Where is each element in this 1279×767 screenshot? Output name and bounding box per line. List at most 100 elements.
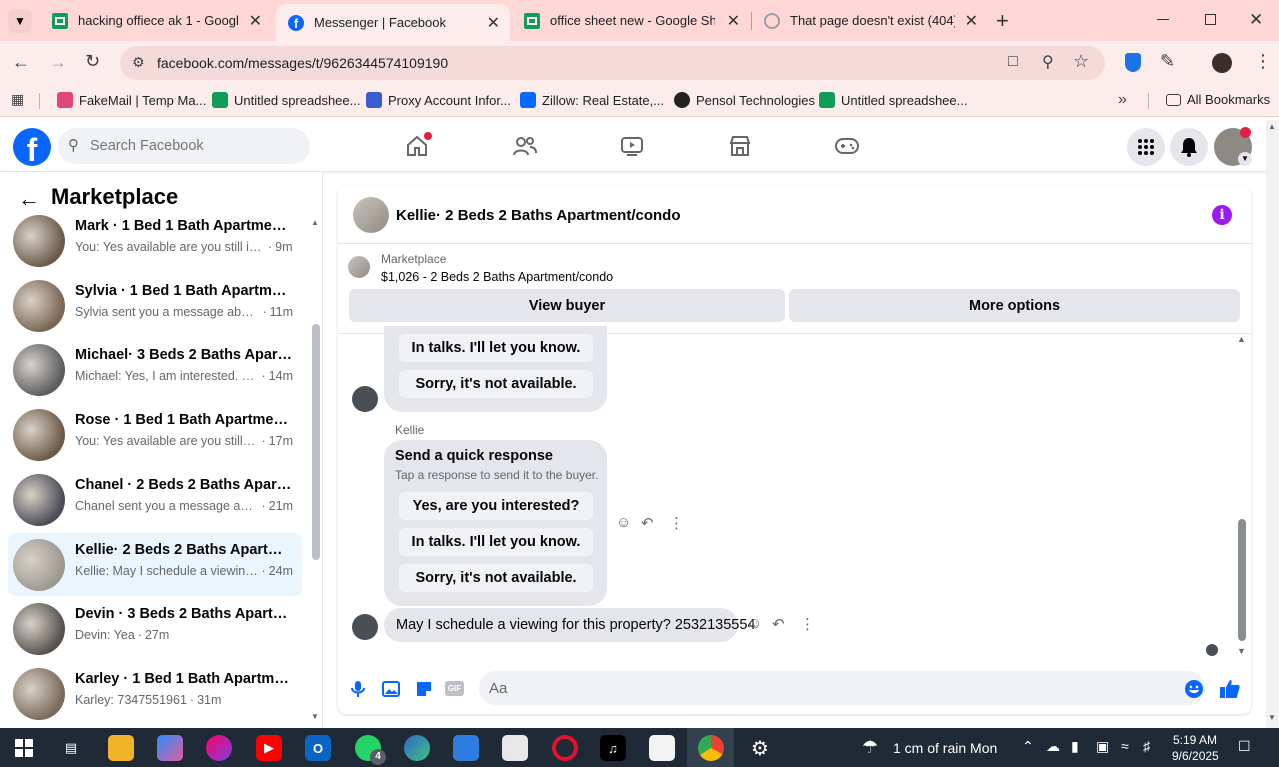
chat-title[interactable]: Kellie· 2 Beds 2 Baths Apartment/condo: [396, 207, 681, 224]
edge-icon[interactable]: [404, 735, 430, 761]
outlook-icon[interactable]: O: [305, 735, 331, 761]
volume-icon[interactable]: ♯: [1143, 738, 1150, 754]
chat-scroll-down-icon[interactable]: ▼: [1237, 646, 1246, 656]
search-input[interactable]: [90, 128, 300, 164]
all-bookmarks[interactable]: All Bookmarks: [1166, 92, 1270, 107]
design-app-icon[interactable]: [206, 735, 232, 761]
conversation-item[interactable]: Rose · 1 Bed 1 Bath Apartment/c... You: Y…: [8, 403, 302, 466]
extension-shield-icon[interactable]: [1125, 53, 1141, 72]
home-icon[interactable]: [402, 132, 432, 160]
view-buyer-button[interactable]: View buyer: [349, 289, 785, 322]
bookmark-proxy[interactable]: Proxy Account Infor...: [366, 92, 511, 108]
chat-scroll-up-icon[interactable]: ▲: [1237, 334, 1246, 344]
notification-center-icon[interactable]: ☐: [1238, 738, 1251, 755]
message-bubble[interactable]: May I schedule a viewing for this proper…: [384, 608, 756, 642]
bookmark-spreadsheet-2[interactable]: Untitled spreadshee...: [819, 92, 967, 108]
friends-icon[interactable]: [510, 132, 540, 160]
info-icon[interactable]: i: [1212, 205, 1232, 225]
conversation-item[interactable]: Michael· 3 Beds 2 Baths Apartm... Michael…: [8, 338, 302, 401]
bookmark-spreadsheet-1[interactable]: Untitled spreadshee...: [212, 92, 360, 108]
scroll-down-icon[interactable]: ▼: [1268, 713, 1276, 722]
listing-avatar[interactable]: [353, 197, 389, 233]
account-avatar[interactable]: ▼: [1214, 127, 1252, 166]
clock-time[interactable]: 5:19 AM: [1173, 733, 1217, 747]
listing-price[interactable]: $1,026 - 2 Beds 2 Baths Apartment/condo: [381, 270, 613, 284]
tab-messenger[interactable]: f Messenger | Facebook ✕: [276, 4, 510, 41]
close-icon[interactable]: ✕: [249, 11, 262, 31]
react-emoji-icon[interactable]: ☺: [616, 514, 631, 531]
more-actions-icon[interactable]: ⋮: [800, 615, 815, 633]
menu-grid-icon[interactable]: [1127, 128, 1165, 166]
emoji-icon[interactable]: [1184, 679, 1204, 699]
settings-gear-icon[interactable]: ⚙: [747, 735, 773, 761]
more-actions-icon[interactable]: ⋮: [669, 514, 684, 532]
wifi-icon[interactable]: ≈: [1121, 738, 1129, 754]
watch-icon[interactable]: [617, 132, 647, 160]
weather-icon[interactable]: ☂: [862, 737, 878, 758]
conversation-item[interactable]: Sylvia · 1 Bed 1 Bath Apartment/... Sylvi…: [8, 274, 302, 337]
more-options-button[interactable]: More options: [789, 289, 1240, 322]
clock-date[interactable]: 9/6/2025: [1172, 749, 1219, 763]
sticker-icon[interactable]: [414, 679, 434, 699]
quick-reply-button[interactable]: Yes, are you interested?: [399, 492, 593, 520]
battery-icon[interactable]: ▮: [1071, 738, 1079, 755]
search-box[interactable]: ⚲: [58, 128, 310, 164]
badge-app-icon[interactable]: [453, 735, 479, 761]
thumbs-up-icon[interactable]: [1219, 679, 1240, 699]
new-tab-icon[interactable]: +: [996, 8, 1009, 34]
buyer-avatar[interactable]: [352, 386, 378, 412]
react-emoji-icon[interactable]: ☺: [747, 615, 762, 632]
show-hidden-icons[interactable]: ⌃: [1022, 738, 1034, 755]
sidebar-scrollbar[interactable]: [312, 324, 320, 560]
tab-sheets-1[interactable]: hacking offiece ak 1 - Google Sh ✕: [40, 4, 272, 37]
close-icon[interactable]: ✕: [727, 11, 740, 31]
whatsapp-icon[interactable]: 4: [355, 735, 386, 765]
reply-icon[interactable]: ↶: [641, 514, 654, 532]
page-scrollbar[interactable]: ▲ ▼: [1266, 120, 1279, 728]
conversation-item[interactable]: Chanel · 2 Beds 2 Baths Apartm... Chanel …: [8, 468, 302, 531]
quick-reply-button[interactable]: Sorry, it's not available.: [399, 370, 593, 398]
tiktok-icon[interactable]: ♫: [600, 735, 626, 761]
bookmark-zillow[interactable]: Zillow: Real Estate,...: [520, 92, 664, 108]
back-icon[interactable]: ←: [12, 52, 30, 73]
buyer-avatar[interactable]: [352, 614, 378, 640]
facebook-logo-icon[interactable]: f: [13, 128, 51, 166]
chrome-menu-icon[interactable]: ⋮: [1254, 51, 1272, 72]
scroll-up-icon[interactable]: ▲: [1268, 122, 1276, 131]
listing-thumbnail[interactable]: [348, 256, 370, 278]
close-icon[interactable]: ✕: [487, 13, 500, 33]
notifications-bell-icon[interactable]: [1170, 128, 1208, 166]
weather-text[interactable]: 1 cm of rain Mon: [893, 740, 997, 756]
device-icon[interactable]: ▣: [1096, 738, 1109, 755]
close-window-icon[interactable]: ✕: [1249, 10, 1263, 30]
windows-start-icon[interactable]: [11, 735, 37, 761]
conversation-item[interactable]: Kellie· 2 Beds 2 Baths Apartmen... Kellie…: [8, 533, 302, 596]
opera-icon[interactable]: [552, 735, 578, 761]
quick-reply-button[interactable]: In talks. I'll let you know.: [399, 334, 593, 362]
address-bar[interactable]: ⚙ facebook.com/messages/t/96263445741091…: [120, 46, 1105, 80]
copilot-icon[interactable]: [157, 735, 183, 761]
conversation-item[interactable]: Devin · 3 Beds 2 Baths Apartme... Devin: …: [8, 597, 302, 660]
bookmark-star-icon[interactable]: ☆: [1073, 51, 1089, 72]
reply-icon[interactable]: ↶: [772, 615, 785, 633]
marketplace-icon[interactable]: [725, 132, 755, 160]
conversation-item[interactable]: Mark · 1 Bed 1 Bath Apartment/... You: Ye…: [8, 209, 302, 272]
profile-avatar[interactable]: [1212, 53, 1232, 73]
chrome-icon[interactable]: [698, 735, 724, 761]
quick-reply-button[interactable]: Sorry, it's not available.: [399, 564, 593, 592]
restore-icon[interactable]: [1205, 14, 1216, 25]
extensions-icon[interactable]: ✎: [1160, 51, 1175, 72]
close-icon[interactable]: ✕: [965, 11, 978, 31]
conversation-item[interactable]: Karley · 1 Bed 1 Bath Apartment... Karley…: [8, 662, 302, 725]
scroll-down-icon[interactable]: ▼: [311, 712, 319, 721]
bookmark-fakemail[interactable]: FakeMail | Temp Ma...: [57, 92, 206, 108]
chat-scrollbar[interactable]: [1238, 519, 1246, 641]
bookmark-pensol[interactable]: Pensol Technologies: [674, 92, 815, 108]
gaming-icon[interactable]: [832, 132, 862, 160]
tab-sheets-2[interactable]: office sheet new - Google Sheets ✕: [512, 4, 750, 37]
reload-icon[interactable]: ↻: [85, 51, 100, 72]
app-icon[interactable]: [502, 735, 528, 761]
gif-icon[interactable]: GIF: [445, 679, 465, 699]
forward-icon[interactable]: →: [49, 52, 67, 73]
file-explorer-icon[interactable]: [108, 735, 134, 761]
